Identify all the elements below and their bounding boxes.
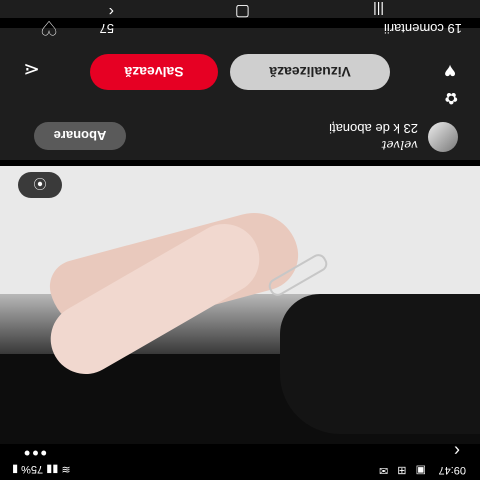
status-right: ≋ ▮▮ 75% ▮ xyxy=(12,463,71,476)
avatar[interactable] xyxy=(428,122,458,152)
heart-outline-icon[interactable]: ♡ xyxy=(40,15,58,40)
battery-icon: ▮ xyxy=(12,463,19,475)
creator-row: velvet 23 k de abonați Abonare xyxy=(0,108,480,160)
follow-button[interactable]: Abonare xyxy=(34,122,126,150)
pin-image[interactable] xyxy=(0,166,480,444)
lens-icon: ⦿ xyxy=(33,176,47,192)
wifi-icon: ≋ xyxy=(61,463,71,475)
back-arrow-icon[interactable]: ‹ xyxy=(454,441,460,461)
comments-count[interactable]: 19 comentarii xyxy=(384,21,462,36)
signal-icon: ▮▮ xyxy=(46,463,59,475)
visual-search-button[interactable]: ⦿ xyxy=(18,172,62,198)
status-bar: 09:47 ▣ ⊞ ✉ ≋ ▮▮ 75% ▮ xyxy=(0,460,480,480)
status-time: 09:47 xyxy=(438,464,466,476)
recent-apps-icon[interactable]: ||| xyxy=(373,1,384,19)
more-options-icon[interactable]: ••• xyxy=(22,443,47,463)
follower-count: 23 k de abonați xyxy=(329,121,418,136)
battery-percent: 75% xyxy=(21,463,44,475)
home-icon[interactable]: ▢ xyxy=(235,2,250,20)
status-left-icons: ▣ ⊞ ✉ xyxy=(376,464,426,476)
save-button[interactable]: Salvează xyxy=(90,54,218,90)
reaction-icon[interactable]: ✿ xyxy=(445,88,458,108)
share-icon[interactable]: ⋖ xyxy=(23,57,40,82)
visit-button[interactable]: Vizualizează xyxy=(230,54,390,90)
image-pillow xyxy=(280,294,480,434)
heart-icon[interactable]: ♥ xyxy=(444,59,456,82)
back-icon[interactable]: ‹ xyxy=(109,2,114,20)
likes-count: 57 xyxy=(99,21,114,36)
creator-name[interactable]: velvet xyxy=(382,138,418,152)
system-nav-bar: ||| ▢ ‹ xyxy=(0,0,480,20)
action-row: ✿ ♥ Vizualizează Salvează ⋖ xyxy=(0,38,480,108)
screen: 09:47 ▣ ⊞ ✉ ≋ ▮▮ 75% ▮ ‹ ••• ⦿ velvet 23… xyxy=(0,0,480,480)
